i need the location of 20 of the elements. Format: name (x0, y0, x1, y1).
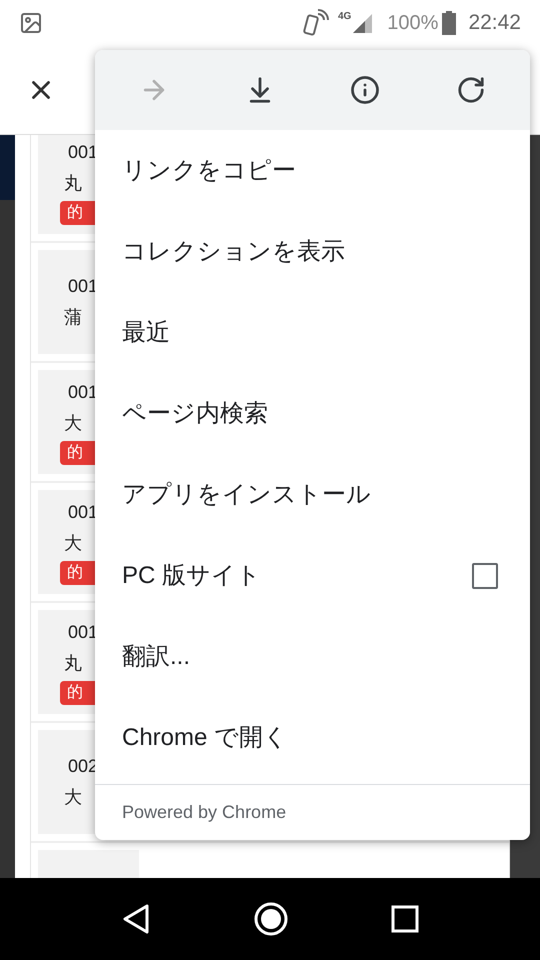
checkbox[interactable] (472, 562, 498, 588)
signal-icon (351, 12, 374, 34)
phone-icon (302, 8, 332, 38)
menu-footer: Powered by Chrome (122, 799, 286, 826)
image-icon (19, 10, 43, 34)
item-name: 大 (64, 786, 82, 809)
home-icon[interactable] (253, 901, 289, 937)
reload-icon (456, 75, 486, 105)
item-name: 丸 (64, 172, 82, 195)
battery-icon (442, 10, 456, 34)
item-name: 丸 (64, 652, 82, 675)
clock: 22:42 (468, 10, 521, 36)
item-name: 大 (64, 532, 82, 555)
battery-percent: 100% (387, 10, 438, 36)
network-type: 4G (338, 10, 352, 24)
recents-icon[interactable] (391, 905, 419, 933)
info-icon (350, 75, 380, 105)
item-name: 大 (64, 412, 82, 435)
back-icon[interactable] (121, 903, 151, 935)
item-name: 蒲 (64, 306, 82, 329)
